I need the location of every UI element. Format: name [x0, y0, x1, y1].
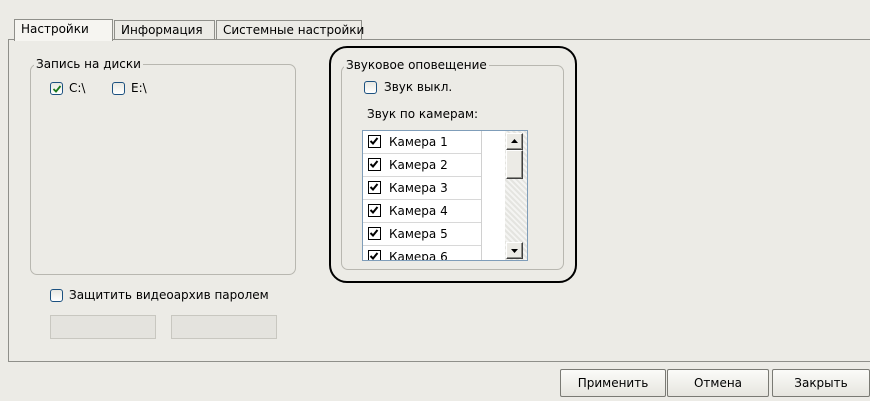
- camera-3-label: Камера 3: [389, 181, 448, 195]
- list-item[interactable]: Камера 1: [363, 131, 481, 153]
- camera-6-checkbox[interactable]: [368, 250, 381, 260]
- sound-alert-title: Звуковое оповещение: [344, 57, 489, 73]
- password-field: [50, 315, 156, 339]
- checkmark-icon: [369, 206, 379, 214]
- list-item[interactable]: Камера 2: [363, 154, 481, 176]
- drive-e-label: E:\: [131, 81, 147, 95]
- drive-c-label: C:\: [69, 81, 86, 95]
- sound-off-label: Звук выкл.: [384, 80, 453, 94]
- checkmark-icon: [369, 229, 379, 237]
- camera-6-label: Камера 6: [389, 250, 448, 261]
- list-item[interactable]: Камера 4: [363, 200, 481, 222]
- disk-recording-title: Запись на диски: [34, 56, 143, 72]
- tab-settings-label: Настройки: [21, 22, 89, 36]
- apply-button[interactable]: Применить: [560, 369, 666, 397]
- tab-information[interactable]: Информация: [114, 20, 215, 40]
- list-item[interactable]: Камера 5: [363, 223, 481, 245]
- camera-2-label: Камера 2: [389, 158, 448, 172]
- protect-archive-label: Защитить видеоархив паролем: [69, 288, 269, 302]
- checkmark-icon: [369, 183, 379, 191]
- cancel-button-label: Отмена: [693, 376, 743, 390]
- tab-settings[interactable]: Настройки: [14, 19, 113, 41]
- protect-archive-checkbox[interactable]: [50, 289, 63, 302]
- tab-system-settings-label: Системные настройки: [223, 23, 365, 37]
- sound-off-checkbox[interactable]: [364, 81, 377, 94]
- scroll-thumb[interactable]: [506, 150, 523, 179]
- drive-c-checkbox[interactable]: [50, 82, 63, 95]
- close-button-label: Закрыть: [794, 376, 848, 390]
- tab-strip: Настройки Информация Системные настройки: [0, 0, 870, 41]
- checkmark-icon: [369, 252, 379, 260]
- camera-4-checkbox[interactable]: [368, 204, 381, 217]
- list-item[interactable]: Камера 6: [363, 246, 481, 261]
- camera-list[interactable]: Камера 1 Камера 2 Камера 3 Камера 4 Каме…: [362, 130, 528, 261]
- tab-system-settings[interactable]: Системные настройки: [216, 20, 365, 40]
- camera-5-label: Камера 5: [389, 227, 448, 241]
- drive-e-checkbox[interactable]: [112, 82, 125, 95]
- arrow-up-icon: [511, 139, 518, 143]
- tab-information-label: Информация: [121, 23, 203, 37]
- password-confirm-field: [171, 315, 277, 339]
- arrow-down-icon: [511, 249, 518, 253]
- checkmark-icon: [52, 85, 62, 93]
- camera-4-label: Камера 4: [389, 204, 448, 218]
- camera-3-checkbox[interactable]: [368, 181, 381, 194]
- checkmark-icon: [369, 137, 379, 145]
- close-button[interactable]: Закрыть: [772, 369, 870, 397]
- column-divider: [481, 131, 482, 260]
- scroll-down-button[interactable]: [506, 242, 523, 259]
- scroll-up-button[interactable]: [506, 133, 523, 150]
- apply-button-label: Применить: [577, 376, 649, 390]
- cancel-button[interactable]: Отмена: [667, 369, 769, 397]
- camera-5-checkbox[interactable]: [368, 227, 381, 240]
- list-item[interactable]: Камера 3: [363, 177, 481, 199]
- checkmark-icon: [369, 160, 379, 168]
- per-camera-sound-label: Звук по камерам:: [367, 107, 479, 121]
- camera-1-checkbox[interactable]: [368, 135, 381, 148]
- camera-1-label: Камера 1: [389, 135, 448, 149]
- camera-2-checkbox[interactable]: [368, 158, 381, 171]
